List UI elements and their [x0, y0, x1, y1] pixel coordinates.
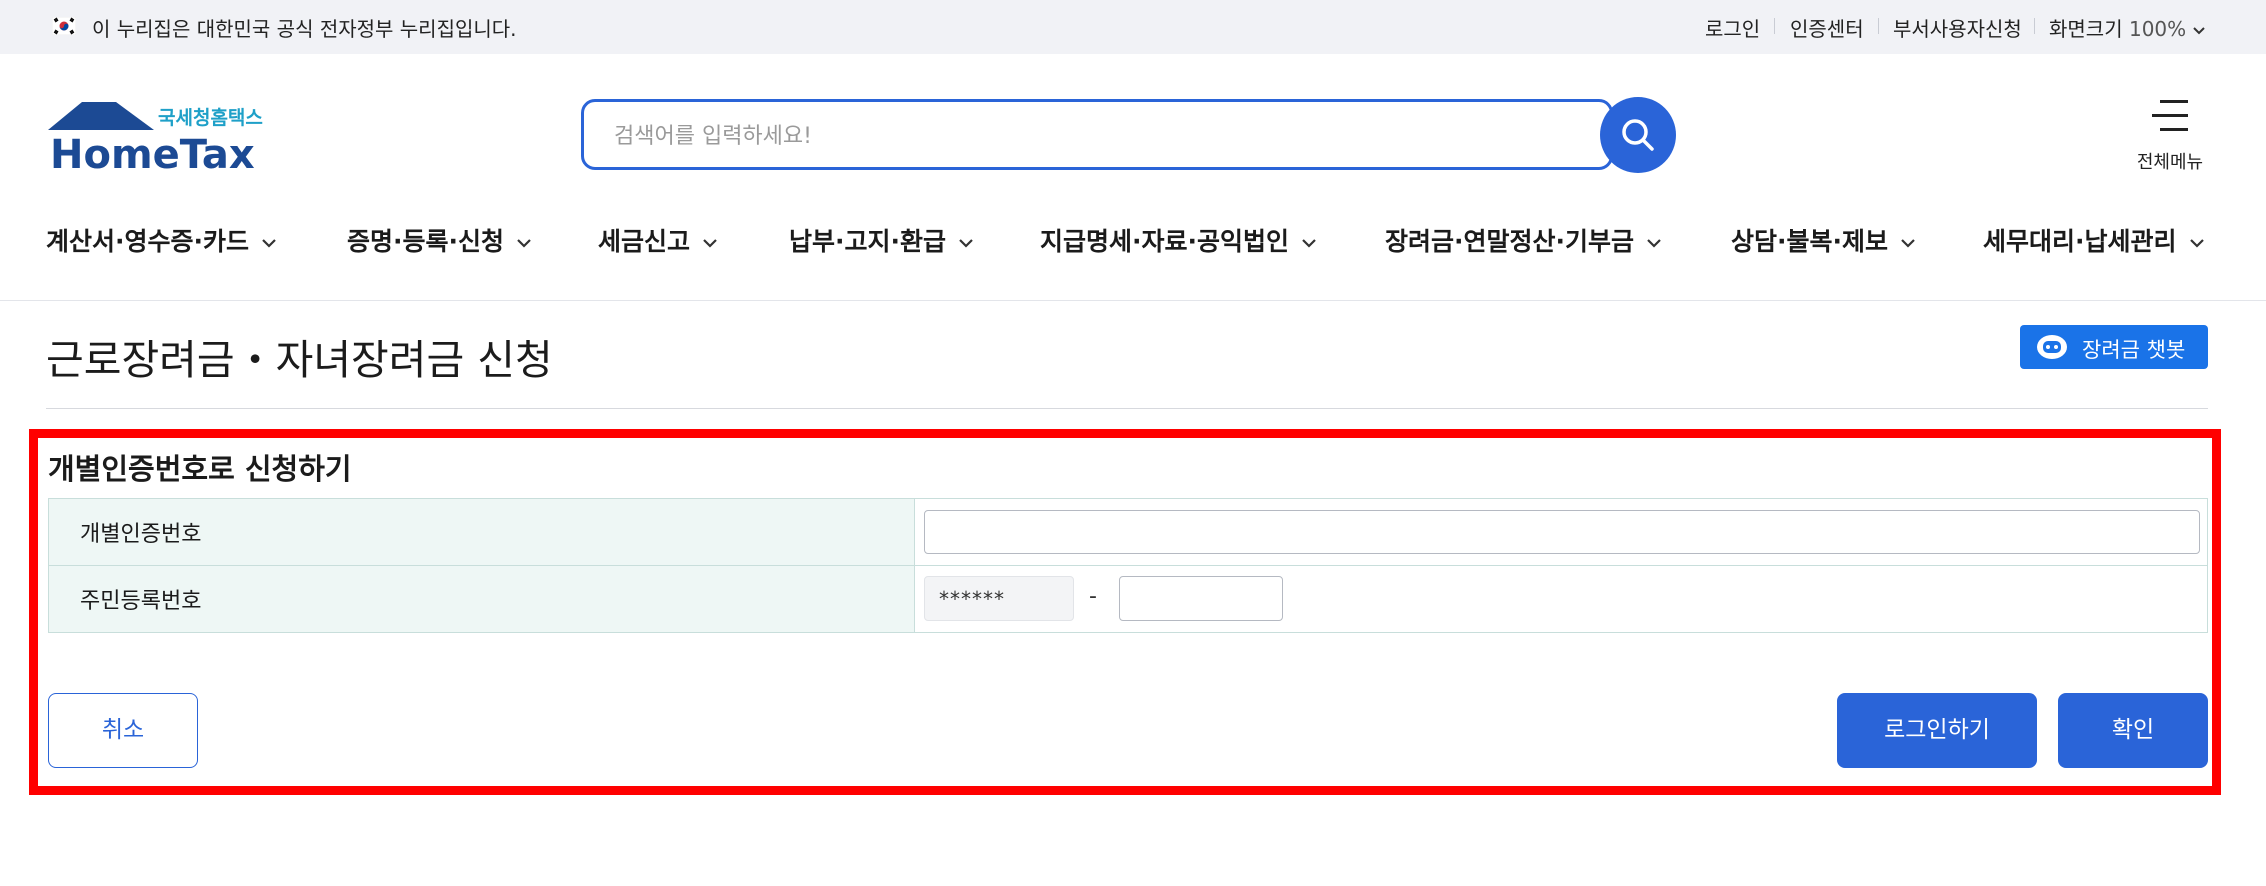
divider — [1774, 18, 1775, 34]
form-table: 개별인증번호 주민등록번호 ****** - — [48, 498, 2208, 633]
gnb-tax-agent[interactable]: 세무대리·납세관리 — [1983, 222, 2205, 258]
gnb-divider — [0, 300, 2266, 301]
title-divider — [46, 408, 2208, 409]
gnb-label: 세무대리·납세관리 — [1983, 227, 2177, 256]
chevron-down-icon — [2192, 26, 2205, 34]
all-menu-label: 전체메뉴 — [2136, 152, 2204, 173]
gnb-label: 납부·고지·환급 — [789, 227, 946, 256]
search-field[interactable] — [581, 99, 1613, 170]
gnb-incentive-yearend[interactable]: 장려금·연말정산·기부금 — [1385, 222, 1662, 258]
zoom-label: 화면크기 — [2049, 17, 2123, 41]
gnb-consult-appeal[interactable]: 상담·불복·제보 — [1731, 222, 1916, 258]
hometax-logo[interactable]: 국세청홈택스 HomeTax — [46, 100, 276, 178]
rrn-separator: - — [1089, 584, 1097, 609]
gnb-label: 지급명세·자료·공익법인 — [1040, 227, 1289, 256]
logo-en-text: HomeTax — [50, 132, 255, 174]
divider — [1878, 18, 1879, 34]
incentive-chatbot-button[interactable]: 장려금 챗봇 — [2020, 325, 2208, 369]
rrn-cell: ****** - — [914, 565, 2208, 633]
gnb-payment-refund[interactable]: 납부·고지·환급 — [789, 222, 974, 258]
logo-kr-text: 국세청홈택스 — [158, 106, 263, 129]
divider — [2034, 18, 2035, 34]
hometax-logo-image: 국세청홈택스 HomeTax — [48, 102, 263, 178]
top-utility-bar: 이 누리집은 대한민국 공식 전자정부 누리집입니다. 로그인 인증센터 부서사… — [0, 0, 2266, 54]
korean-flag-icon — [52, 17, 76, 35]
search-input[interactable] — [612, 116, 1516, 156]
gnb-certificate-registration[interactable]: 증명·등록·신청 — [347, 222, 532, 258]
chevron-down-icon — [1647, 239, 1661, 248]
chevron-down-icon — [703, 239, 717, 248]
cert-number-label: 개별인증번호 — [48, 498, 915, 566]
page-title: 근로장려금・자녀장려금 신청 — [46, 336, 553, 384]
all-menu-button[interactable]: 전체메뉴 — [2130, 96, 2210, 176]
rrn-label: 주민등록번호 — [48, 565, 915, 633]
gnb-label: 계산서·영수증·카드 — [46, 227, 249, 256]
chevron-down-icon — [262, 239, 276, 248]
rrn-back-input[interactable] — [1119, 576, 1283, 621]
cert-number-input[interactable] — [924, 510, 2200, 554]
confirm-button[interactable]: 확인 — [2058, 693, 2208, 768]
gnb-invoice-receipt-card[interactable]: 계산서·영수증·카드 — [46, 222, 277, 258]
search-button[interactable] — [1600, 97, 1676, 173]
dept-user-link[interactable]: 부서사용자신청 — [1893, 13, 2022, 42]
chatbot-icon — [2037, 335, 2067, 359]
gov-notice-text: 이 누리집은 대한민국 공식 전자정부 누리집입니다. — [92, 17, 517, 41]
chatbot-label: 장려금 챗봇 — [2082, 338, 2186, 362]
table-row: 개별인증번호 — [48, 498, 2208, 566]
login-link[interactable]: 로그인 — [1705, 13, 1760, 42]
gnb-label: 세금신고 — [598, 227, 691, 256]
chevron-down-icon — [517, 239, 531, 248]
gnb-label: 장려금·연말정산·기부금 — [1385, 227, 1634, 256]
gnb-label: 증명·등록·신청 — [347, 227, 504, 256]
login-button[interactable]: 로그인하기 — [1837, 693, 2037, 768]
zoom-control[interactable]: 화면크기 100% — [2049, 13, 2205, 42]
search-icon — [1622, 119, 1654, 151]
zoom-value: 100% — [2128, 17, 2187, 41]
chevron-down-icon — [1302, 239, 1316, 248]
hamburger-icon — [2152, 100, 2188, 142]
chevron-down-icon — [1901, 239, 1915, 248]
cancel-button[interactable]: 취소 — [48, 693, 198, 768]
section-title: 개별인증번호로 신청하기 — [48, 452, 352, 486]
cert-center-link[interactable]: 인증센터 — [1790, 13, 1864, 42]
gnb-payment-statement[interactable]: 지급명세·자료·공익법인 — [1040, 222, 1317, 258]
gnb-tax-filing[interactable]: 세금신고 — [598, 222, 718, 258]
chevron-down-icon — [2189, 239, 2204, 248]
chevron-down-icon — [959, 239, 973, 248]
table-row: 주민등록번호 ****** - — [48, 565, 2208, 633]
rrn-front-field: ****** — [924, 576, 1074, 621]
gnb-label: 상담·불복·제보 — [1731, 227, 1888, 256]
cert-number-cell — [914, 498, 2208, 566]
